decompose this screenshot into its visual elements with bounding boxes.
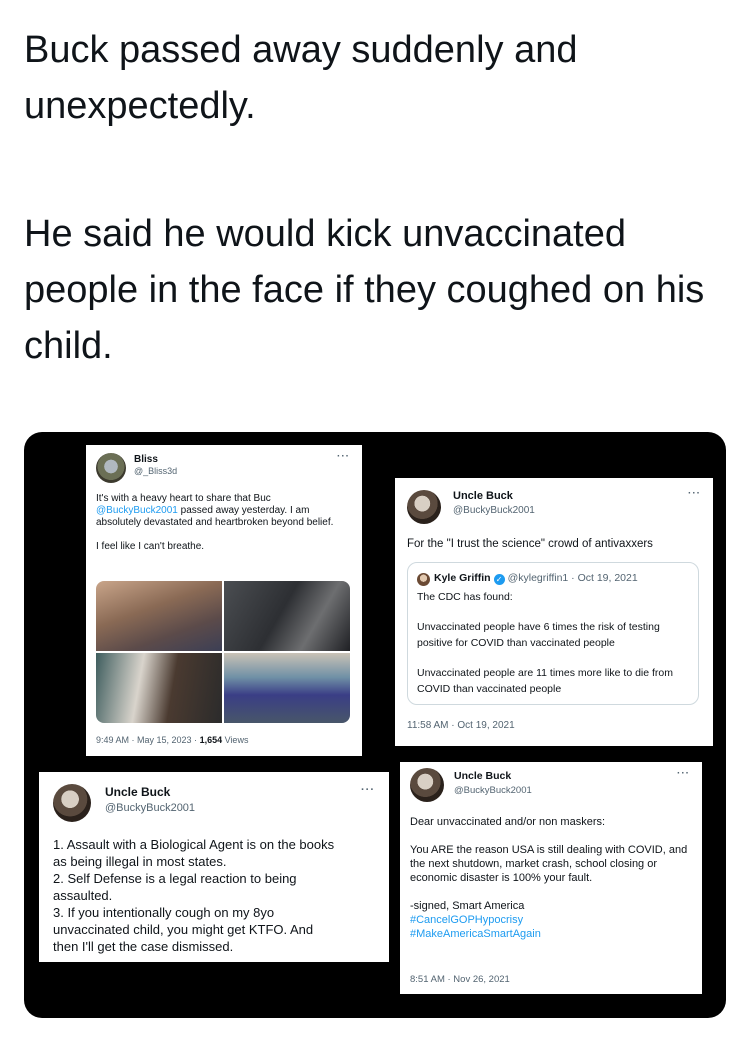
more-options-icon[interactable]: ··· <box>337 451 350 462</box>
quoted-handle-date: @kylegriffin1 · Oct 19, 2021 <box>507 572 638 584</box>
more-options-icon[interactable]: ··· <box>677 768 690 779</box>
buck-post-card-2: Uncle Buck @BuckyBuck2001 ··· 1. Assault… <box>39 772 389 962</box>
quoted-author-avatar[interactable] <box>417 573 430 586</box>
post-text-2: I feel like I can't breathe. <box>96 541 205 552</box>
caption-line-1: Buck passed away suddenly and unexpected… <box>24 29 578 127</box>
bliss-avatar[interactable] <box>96 453 126 483</box>
author-handle[interactable]: @BuckyBuck2001 <box>105 802 195 814</box>
buck-post-card-1: Uncle Buck @BuckyBuck2001 ··· For the "I… <box>395 478 713 746</box>
post-timestamp[interactable]: 11:58 AM · Oct 19, 2021 <box>407 720 515 731</box>
more-options-icon[interactable]: ··· <box>361 784 375 796</box>
mention-link[interactable]: @BuckyBuck2001 <box>96 505 178 516</box>
post-timestamp[interactable]: 8:51 AM · Nov 26, 2021 <box>410 974 510 985</box>
quoted-author-name[interactable]: Kyle Griffin <box>434 572 491 584</box>
quoted-header: Kyle Griffin ✓ @kylegriffin1 · Oct 19, 202… <box>434 572 638 585</box>
hashtag-link[interactable]: #CancelGOPHypocrisy <box>410 913 694 927</box>
post-text: It's with a heavy heart to share that Bu… <box>96 493 354 553</box>
views-count: 1,654 <box>199 735 223 745</box>
photo-2[interactable] <box>224 581 350 651</box>
photo-4[interactable] <box>224 653 350 723</box>
post-meta: 9:49 AM · May 15, 2023 · 1,654 Views <box>96 735 249 745</box>
photo-3[interactable] <box>96 653 222 723</box>
author-handle[interactable]: @BuckyBuck2001 <box>453 505 535 516</box>
author-name[interactable]: Uncle Buck <box>454 770 511 782</box>
author-handle[interactable]: @BuckyBuck2001 <box>454 785 532 796</box>
author-name[interactable]: Uncle Buck <box>453 490 513 502</box>
verified-badge-icon: ✓ <box>493 574 505 585</box>
quoted-post[interactable]: Kyle Griffin ✓ @kylegriffin1 · Oct 19, 202… <box>407 562 699 705</box>
post-text: Dear unvaccinated and/or non maskers: Yo… <box>410 815 694 941</box>
hashtag-link[interactable]: #MakeAmericaSmartAgain <box>410 927 694 941</box>
author-name[interactable]: Uncle Buck <box>105 785 170 799</box>
bliss-post-card: Bliss @_Bliss3d ··· It's with a heavy he… <box>86 445 362 756</box>
photo-1[interactable] <box>96 581 222 651</box>
post-text: 1. Assault with a Biological Agent is on… <box>53 837 335 954</box>
caption-line-2: He said he would kick unvaccinated peopl… <box>24 213 705 367</box>
author-name[interactable]: Bliss <box>134 454 158 465</box>
buck-avatar[interactable] <box>410 768 444 802</box>
buck-avatar[interactable] <box>53 784 91 822</box>
buck-post-card-3: Uncle Buck @BuckyBuck2001 ··· Dear unvac… <box>400 762 702 994</box>
tweet-caption: Buck passed away suddenly and unexpected… <box>24 22 724 374</box>
more-options-icon[interactable]: ··· <box>688 488 701 499</box>
author-handle[interactable]: @_Bliss3d <box>134 466 177 476</box>
quoted-text: The CDC has found: Unvaccinated people h… <box>417 591 674 695</box>
post-text: For the "I trust the science" crowd of a… <box>407 538 653 550</box>
buck-avatar[interactable] <box>407 490 441 524</box>
photo-grid[interactable] <box>96 581 350 723</box>
